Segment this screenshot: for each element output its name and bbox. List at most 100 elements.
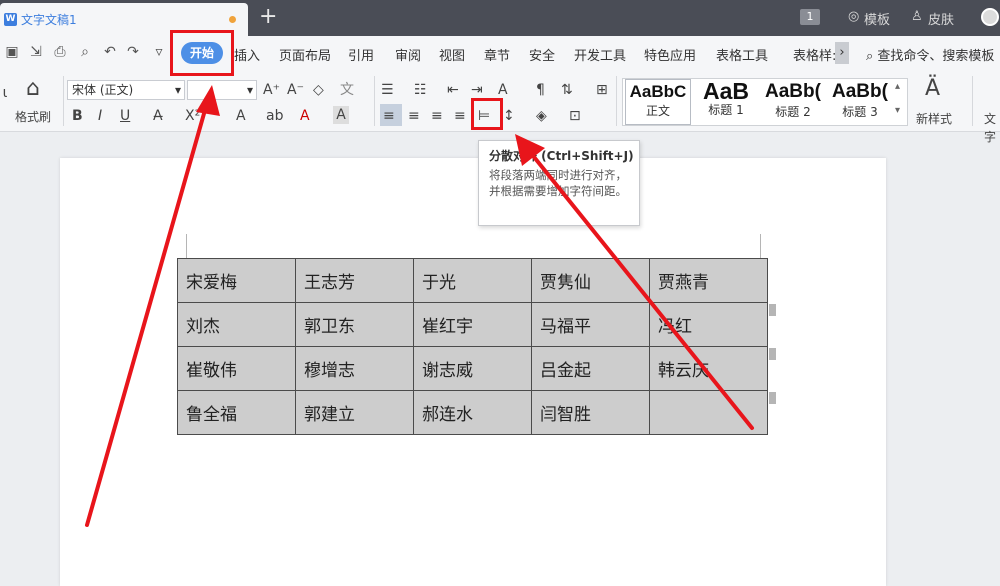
table-cell[interactable]: 贾燕青 — [649, 258, 768, 303]
table-cell[interactable]: 郝连水 — [413, 390, 532, 435]
table-cell[interactable]: 王志芳 — [295, 258, 414, 303]
name-table[interactable]: 宋爱梅 王志芳 于光 贾隽仙 贾燕青 刘杰 郭卫东 崔红宇 马福平 冯红 崔敬伟… — [177, 258, 768, 435]
sort-icon[interactable]: ⇅ — [561, 81, 573, 99]
style-name: 标题 2 — [775, 105, 811, 119]
ribbon-divider — [63, 76, 64, 126]
table-cell[interactable]: 冯红 — [649, 302, 768, 347]
format-painter-icon[interactable]: ⌂ — [20, 78, 46, 100]
table-cell[interactable]: 郭建立 — [295, 390, 414, 435]
window-count-badge[interactable]: 1 — [800, 9, 820, 25]
home-tab-highlight-box — [170, 30, 234, 76]
numbered-list-icon[interactable]: ☷ — [414, 81, 427, 99]
table-cell[interactable]: 崔红宇 — [413, 302, 532, 347]
strikethrough-icon[interactable]: A̶ — [153, 107, 163, 125]
style-heading-2[interactable]: AaBb( 标题 2 — [760, 79, 826, 125]
command-search[interactable]: ⌕ 查找命令、搜索模板 — [866, 45, 994, 64]
char-shading-icon[interactable]: A — [333, 106, 349, 124]
text-effect-icon[interactable]: A — [236, 107, 246, 125]
increase-font-icon[interactable]: A⁺ — [263, 81, 280, 99]
redo-icon[interactable]: ↷ — [125, 44, 141, 60]
new-style-icon[interactable]: Ä — [925, 78, 940, 100]
output-icon[interactable]: ⇲ — [28, 44, 44, 60]
table-row: 宋爱梅 王志芳 于光 贾隽仙 贾燕青 — [177, 258, 768, 303]
chinese-layout-icon[interactable]: A — [498, 81, 508, 99]
skin-button[interactable]: 皮肤 — [928, 9, 954, 28]
table-cell[interactable]: 郭卫东 — [295, 302, 414, 347]
borders-icon[interactable]: ⊡ — [569, 107, 581, 125]
table-cell[interactable]: 于光 — [413, 258, 532, 303]
table-cell[interactable]: 崔敬伟 — [177, 346, 296, 391]
tab-review[interactable]: 审阅 — [395, 45, 421, 64]
table-cell[interactable]: 刘杰 — [177, 302, 296, 347]
italic-button[interactable]: I — [98, 107, 102, 125]
justify-icon[interactable]: ≡ — [454, 107, 466, 125]
table-cell[interactable]: 穆增志 — [295, 346, 414, 391]
style-heading-1[interactable]: AaB 标题 1 — [693, 78, 759, 125]
table-row: 鲁全福 郭建立 郝连水 闫智胜 — [177, 390, 768, 435]
table-cell[interactable]: 闫智胜 — [531, 390, 650, 435]
template-icon[interactable]: ◎ — [848, 9, 859, 24]
clear-format-icon[interactable]: ◇ — [313, 81, 324, 99]
highlight-icon[interactable]: ab — [266, 107, 283, 125]
shading-icon[interactable]: ◈ — [536, 107, 547, 125]
tab-features[interactable]: 特色应用 — [644, 45, 696, 64]
table-cell[interactable]: 韩云庆 — [649, 346, 768, 391]
style-normal[interactable]: AaBbC 正文 — [625, 79, 691, 125]
line-spacing-icon[interactable]: ↕ — [503, 107, 515, 125]
font-size-select[interactable]: ▾ — [187, 80, 257, 100]
style-scroll-up-icon[interactable]: ▴ — [895, 81, 900, 92]
align-left-icon[interactable]: ≡ — [383, 107, 395, 125]
save-icon[interactable]: ▣ — [4, 44, 20, 60]
table-cell[interactable]: 谢志威 — [413, 346, 532, 391]
bold-button[interactable]: B — [72, 107, 83, 125]
avatar[interactable] — [981, 8, 999, 26]
tabs-scroll-right-button[interactable]: › — [835, 42, 849, 64]
tab-table-tools[interactable]: 表格工具 — [716, 45, 768, 64]
customize-qa-icon[interactable]: ▿ — [151, 44, 167, 60]
tab-page-layout[interactable]: 页面布局 — [279, 45, 331, 64]
table-cell[interactable]: 鲁全福 — [177, 390, 296, 435]
tables-icon[interactable]: ⊞ — [596, 81, 608, 99]
table-cell[interactable] — [649, 390, 768, 435]
style-sample: AaBbC — [629, 82, 687, 101]
format-painter-label[interactable]: 格式刷 — [12, 108, 54, 126]
unsaved-dot-icon — [229, 16, 236, 23]
font-color-icon[interactable]: A — [300, 107, 310, 125]
increase-indent-icon[interactable]: ⇥ — [471, 81, 483, 99]
phonetic-guide-icon[interactable]: 文 — [340, 81, 354, 99]
show-marks-icon[interactable]: ¶ — [536, 81, 545, 99]
table-cell[interactable]: 宋爱梅 — [177, 258, 296, 303]
skin-icon[interactable]: ♙ — [911, 9, 923, 24]
underline-button[interactable]: U — [120, 107, 130, 125]
tab-chapter[interactable]: 章节 — [484, 45, 510, 64]
chevron-down-icon: ▾ — [174, 83, 181, 97]
table-cell[interactable]: 马福平 — [531, 302, 650, 347]
align-center-icon[interactable]: ≡ — [408, 107, 420, 125]
align-right-icon[interactable]: ≡ — [431, 107, 443, 125]
menu-bar: ▣ ⇲ ⎙ ⌕ ↶ ↷ ▿ 开始 插入 页面布局 引用 审阅 视图 章节 安全 … — [0, 36, 1000, 70]
new-style-button[interactable]: 新样式 — [916, 110, 952, 128]
decrease-indent-icon[interactable]: ⇤ — [447, 81, 459, 99]
print-icon[interactable]: ⎙ — [52, 44, 68, 60]
style-heading-3[interactable]: AaBb( 标题 3 — [827, 79, 893, 125]
tab-security[interactable]: 安全 — [529, 45, 555, 64]
undo-icon[interactable]: ↶ — [102, 44, 118, 60]
bullet-list-icon[interactable]: ☰ — [381, 81, 394, 99]
tab-insert[interactable]: 插入 — [234, 45, 260, 64]
print-preview-icon[interactable]: ⌕ — [77, 44, 93, 60]
decrease-font-icon[interactable]: A⁻ — [287, 81, 304, 99]
paste-icon[interactable]: ι — [0, 84, 10, 102]
tab-view[interactable]: 视图 — [439, 45, 465, 64]
tab-developer[interactable]: 开发工具 — [574, 45, 626, 64]
superscript-icon[interactable]: X² — [185, 107, 200, 125]
template-button[interactable]: 模板 — [864, 9, 890, 28]
style-scroll-down-icon[interactable]: ▾ — [895, 105, 900, 116]
table-cell[interactable]: 贾隽仙 — [531, 258, 650, 303]
tab-table-style[interactable]: 表格样: — [793, 45, 836, 64]
table-cell[interactable]: 吕金起 — [531, 346, 650, 391]
new-tab-button[interactable]: + — [259, 5, 277, 29]
font-name-select[interactable]: 宋体 (正文) ▾ — [67, 80, 185, 100]
text-tools-button[interactable]: 文字 — [980, 110, 1000, 146]
tab-references[interactable]: 引用 — [348, 45, 374, 64]
font-name-value: 宋体 (正文) — [72, 83, 134, 97]
